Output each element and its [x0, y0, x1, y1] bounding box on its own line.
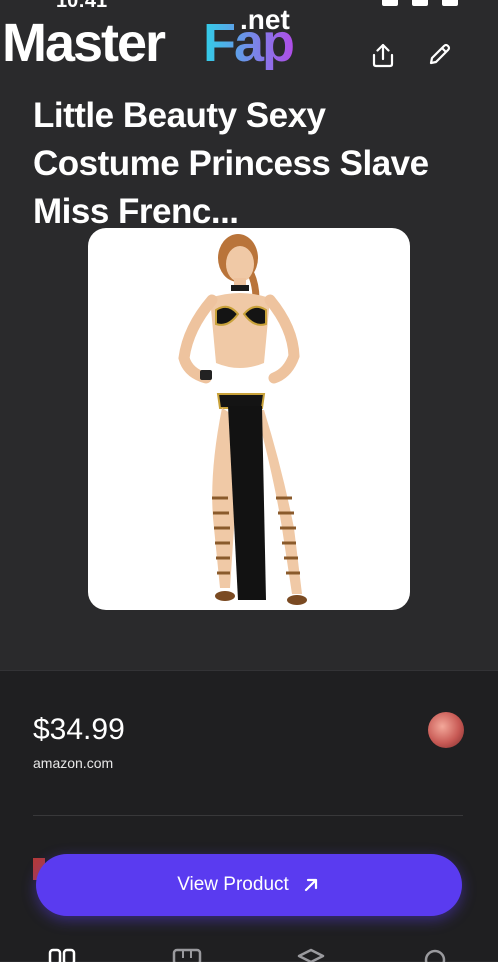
arrow-up-right-icon	[304, 878, 317, 892]
watermark-brand-accent: Fap	[203, 13, 295, 73]
watermark-logo: .net Master Fap	[0, 4, 310, 84]
watermark-brand-main: Master	[2, 13, 166, 73]
product-image-card[interactable]	[88, 228, 410, 610]
view-product-button[interactable]: View Product	[36, 854, 462, 916]
product-image	[178, 234, 307, 605]
edit-button[interactable]	[424, 40, 454, 70]
avatar[interactable]	[428, 712, 464, 748]
edit-icon	[429, 43, 451, 65]
store-name[interactable]: amazon.com	[33, 755, 113, 771]
share-icon	[372, 43, 394, 68]
wifi-icon	[412, 0, 428, 6]
share-button[interactable]	[368, 40, 398, 70]
status-icons	[382, 0, 458, 6]
product-title: Little Beauty Sexy Costume Princess Slav…	[33, 96, 429, 231]
divider	[33, 815, 463, 816]
signal-icon	[382, 0, 398, 6]
view-product-label: View Product	[177, 874, 289, 895]
product-price: $34.99	[33, 713, 125, 746]
battery-icon	[442, 0, 458, 6]
